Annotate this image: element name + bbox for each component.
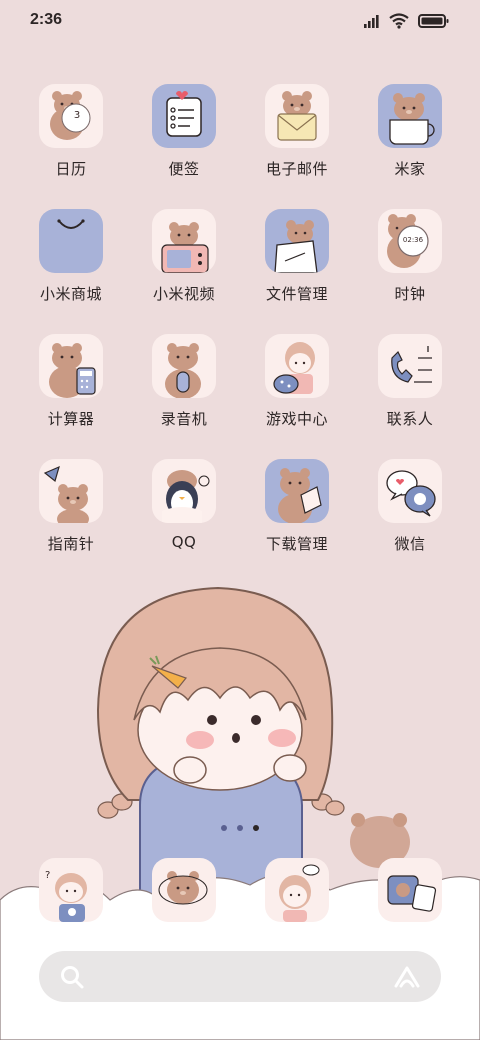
status-bar: 2:36 [0, 0, 480, 42]
app-download-manager[interactable]: 下载管理 [247, 459, 347, 569]
app-label: 录音机 [160, 410, 208, 428]
search-icon[interactable] [59, 964, 85, 990]
browser-girl-icon [265, 858, 329, 922]
app-label: 指南针 [47, 535, 95, 553]
notes-icon [152, 84, 216, 148]
app-label: 米家 [394, 160, 426, 178]
qq-penguin-icon [152, 459, 216, 523]
mi-store-bag-icon [39, 209, 103, 273]
messages-bear-icon [152, 858, 216, 922]
system-icons [364, 13, 454, 29]
app-game-center[interactable]: 游戏中心 [247, 334, 347, 444]
app-clock[interactable]: 02:36 时钟 [360, 209, 460, 319]
battery-icon [418, 14, 449, 28]
email-bear-icon [265, 84, 329, 148]
svg-text:?: ? [45, 870, 50, 881]
game-girl-icon [265, 334, 329, 398]
app-file-manager[interactable]: 文件管理 [247, 209, 347, 319]
app-label: 计算器 [47, 410, 95, 428]
app-wechat[interactable]: 微信 [360, 459, 460, 569]
app-label: 联系人 [386, 410, 434, 428]
clock-bear-icon: 02:36 [378, 209, 442, 273]
search-bar[interactable] [39, 951, 441, 1002]
app-label: 电子邮件 [265, 160, 328, 178]
app-email[interactable]: 电子邮件 [247, 84, 347, 194]
app-label: 时钟 [394, 285, 426, 303]
app-label: 小米商城 [39, 285, 102, 303]
calculator-bear-icon [39, 334, 103, 398]
status-time: 2:36 [30, 11, 63, 28]
file-bear-icon [265, 209, 329, 273]
app-label: 游戏中心 [265, 410, 328, 428]
compass-bear-icon [39, 459, 103, 523]
clock-face-text: 02:36 [402, 236, 424, 244]
camera-icon [378, 858, 442, 922]
app-label: 便签 [168, 160, 200, 178]
app-notes[interactable]: 便签 [134, 84, 234, 194]
app-mi-store[interactable]: 小米商城 [21, 209, 121, 319]
mijia-cup-bear-icon [378, 84, 442, 148]
app-label: 日历 [55, 160, 87, 178]
phone-icon [378, 334, 442, 398]
dock: ? [0, 858, 480, 928]
calendar-date-badge: 3 [73, 110, 81, 121]
app-contacts[interactable]: 联系人 [360, 334, 460, 444]
app-recorder[interactable]: 录音机 [134, 334, 234, 444]
wifi-icon [389, 13, 409, 29]
app-calculator[interactable]: 计算器 [21, 334, 121, 444]
app-label: 小米视频 [152, 285, 215, 303]
signal-icon [364, 15, 379, 28]
app-mijia[interactable]: 米家 [360, 84, 460, 194]
wallpaper-girl-illustration [96, 586, 410, 900]
recorder-bear-icon [152, 334, 216, 398]
app-calendar[interactable]: 3 日历 [21, 84, 121, 194]
assistant-icon[interactable] [393, 964, 421, 990]
app-label: 下载管理 [265, 535, 328, 553]
app-compass[interactable]: 指南针 [21, 459, 121, 569]
phone-girl-icon: ? [39, 858, 103, 922]
wechat-chat-icon [378, 459, 442, 523]
app-label: 微信 [394, 535, 426, 553]
calendar-bear-icon: 3 [39, 84, 103, 148]
download-bear-icon [265, 459, 329, 523]
app-label: QQ [171, 533, 197, 551]
video-bear-icon [152, 209, 216, 273]
app-qq[interactable]: QQ [134, 459, 234, 569]
app-mi-video[interactable]: 小米视频 [134, 209, 234, 319]
app-label: 文件管理 [265, 285, 328, 303]
